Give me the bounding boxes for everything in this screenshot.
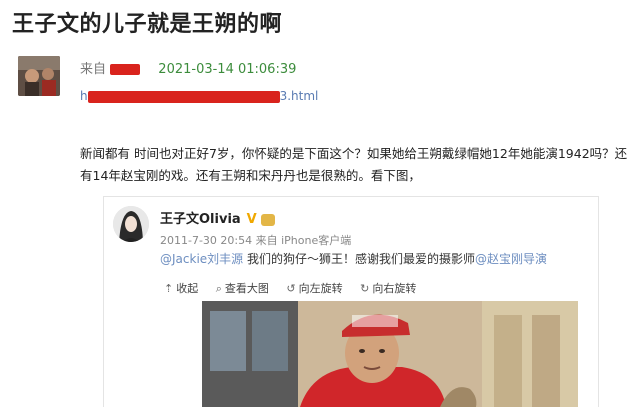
image-toolbar: ⇡ 收起 ⌕ 查看大图 ↺ 向左旋转 ↻ 向右旋转 — [164, 280, 430, 296]
post-meta: 来自 2021-03-14 01:06:39 — [80, 58, 296, 77]
url-prefix: h — [80, 89, 88, 103]
weibo-text: 我们的狗仔～狮王！感谢我们最爱的摄影师 — [243, 252, 475, 266]
weibo-username-text: 王子文Olivia — [160, 212, 241, 227]
collapse-button[interactable]: ⇡ 收起 — [164, 280, 198, 296]
redacted-url — [87, 90, 280, 103]
weibo-username[interactable]: 王子文Olivia V — [160, 208, 275, 227]
mention-link-1[interactable]: @Jackie刘丰源 — [160, 252, 243, 266]
rotate-right-icon: ↻ — [360, 282, 370, 295]
collapse-icon: ⇡ — [164, 282, 174, 295]
url-suffix: 3.html — [279, 89, 319, 103]
source-url-link[interactable]: h 3.html — [80, 89, 318, 103]
weibo-timestamp: 2011-7-30 20:54 来自 iPhone客户端 — [160, 234, 352, 247]
view-large-label: 查看大图 — [224, 282, 269, 295]
magnify-icon: ⌕ — [215, 282, 222, 295]
rotate-right-label: 向右旋转 — [372, 282, 417, 295]
source-label: 来自 — [80, 62, 107, 77]
weibo-user-avatar[interactable] — [113, 206, 149, 242]
weibo-screenshot: 王子文Olivia V 2011-7-30 20:54 来自 iPhone客户端 … — [103, 196, 599, 407]
article-title: 王子文的儿子就是王朔的啊 — [12, 12, 283, 37]
lion-badge-icon — [260, 213, 275, 226]
mention-link-2[interactable]: @赵宝刚导演 — [475, 252, 547, 266]
weibo-photo[interactable] — [202, 301, 578, 407]
rotate-left-icon: ↺ — [286, 282, 296, 295]
redacted-author — [110, 64, 141, 75]
article-body: 新闻都有 时间也对正好7岁，你怀疑的是下面这个？如果她给王朔戴绿帽她12年她能演… — [80, 146, 628, 183]
weibo-content: @Jackie刘丰源 我们的狗仔～狮王！感谢我们最爱的摄影师@赵宝刚导演 — [160, 250, 547, 267]
collapse-label: 收起 — [176, 282, 199, 295]
rotate-left-label: 向左旋转 — [298, 282, 343, 295]
author-avatar[interactable] — [18, 56, 60, 96]
rotate-left-button[interactable]: ↺ 向左旋转 — [286, 280, 342, 296]
post-date: 2021-03-14 01:06:39 — [158, 62, 297, 77]
rotate-right-button[interactable]: ↻ 向右旋转 — [360, 280, 416, 296]
verified-badge-icon: V — [246, 212, 257, 227]
view-large-button[interactable]: ⌕ 查看大图 — [216, 280, 269, 296]
